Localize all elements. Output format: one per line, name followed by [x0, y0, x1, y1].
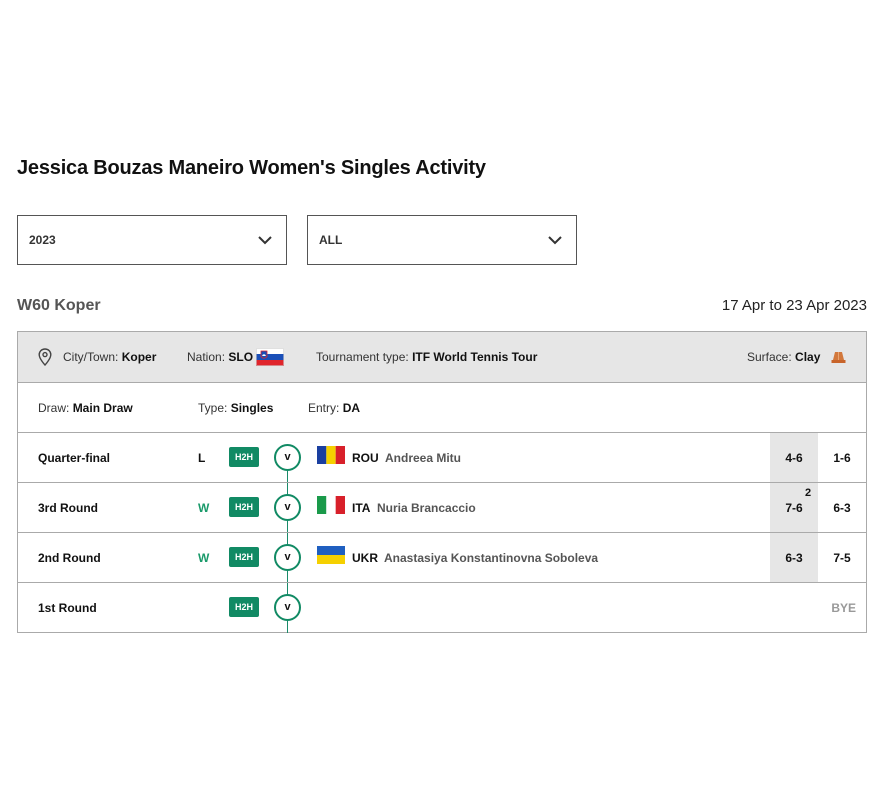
match-row: 1st Round H2H v BYE: [18, 582, 866, 633]
tournament-name: W60 Koper: [17, 297, 101, 314]
set1-score: 7-6: [785, 501, 803, 515]
nation-label: Nation:: [187, 350, 226, 364]
h2h-button[interactable]: H2H: [229, 597, 259, 617]
city-label: City/Town:: [63, 350, 119, 364]
draw-info-row: Draw: Main Draw Type: Singles Entry: DA: [18, 382, 866, 432]
match-vs-button[interactable]: v: [274, 444, 301, 471]
h2h-button[interactable]: H2H: [229, 547, 259, 567]
city-field: City/Town: Koper: [63, 350, 156, 364]
match-round: 3rd Round: [38, 501, 98, 515]
year-select-value: 2023: [29, 233, 56, 247]
opponent-nation: ITA: [352, 501, 371, 515]
opponent-nation: ROU: [352, 451, 379, 465]
opponent-name[interactable]: Nuria Brancaccio: [377, 501, 476, 515]
year-select[interactable]: 2023: [17, 215, 287, 265]
match-round: 1st Round: [38, 601, 97, 615]
clay-court-icon: [831, 352, 846, 363]
entry-field: Entry: DA: [308, 401, 360, 415]
opponent-name[interactable]: Anastasiya Konstantinovna Soboleva: [384, 551, 598, 565]
city-value: Koper: [121, 350, 157, 364]
opponent-name[interactable]: Andreea Mitu: [385, 451, 461, 465]
slovenia-flag-icon: [256, 348, 284, 366]
match-result: L: [198, 451, 206, 465]
entry-value: DA: [342, 401, 361, 415]
type-select[interactable]: ALL: [307, 215, 577, 265]
h2h-button[interactable]: H2H: [229, 447, 259, 467]
tournament-type-label: Tournament type:: [316, 350, 409, 364]
tournament-table: City/Town: Koper Nation: SLO Tournament …: [17, 331, 867, 633]
match-row: 3rd Round W H2H v ITA Nuria Brancaccio 2…: [18, 482, 866, 533]
set1-score: 4-6: [785, 451, 803, 465]
opponent-nation: UKR: [352, 551, 378, 565]
chevron-down-icon: [548, 236, 562, 245]
draw-label: Draw:: [38, 401, 70, 415]
romania-flag-icon: [317, 446, 345, 464]
surface-label: Surface:: [747, 350, 792, 364]
tiebreak-score: 2: [805, 487, 812, 499]
tournament-info-row: City/Town: Koper Nation: SLO Tournament …: [18, 332, 866, 382]
event-type-field: Type: Singles: [198, 401, 273, 415]
match-row: Quarter-final L H2H v ROU Andreea Mitu 4…: [18, 432, 866, 483]
event-type-label: Type:: [198, 401, 228, 415]
tournament-type-field: Tournament type: ITF World Tennis Tour: [316, 350, 537, 364]
match-round: Quarter-final: [38, 451, 111, 465]
tournament-type-value: ITF World Tennis Tour: [412, 350, 538, 364]
match-vs-button[interactable]: v: [274, 594, 301, 621]
chevron-down-icon: [258, 236, 272, 245]
set2-score: 7-5: [833, 551, 851, 565]
draw-value: Main Draw: [72, 401, 133, 415]
h2h-button[interactable]: H2H: [229, 497, 259, 517]
location-pin-icon: [38, 348, 52, 366]
entry-label: Entry:: [308, 401, 340, 415]
match-vs-button[interactable]: v: [274, 494, 301, 521]
event-type-value: Singles: [230, 401, 274, 415]
surface-field: Surface: Clay: [747, 350, 820, 364]
surface-value: Clay: [795, 350, 821, 364]
nation-value: SLO: [228, 350, 254, 364]
match-round: 2nd Round: [38, 551, 101, 565]
nation-field: Nation: SLO: [187, 350, 253, 364]
match-row: 2nd Round W H2H v UKR Anastasiya Konstan…: [18, 532, 866, 583]
set2-score: 6-3: [833, 501, 851, 515]
italy-flag-icon: [317, 496, 345, 514]
match-result: W: [198, 551, 210, 565]
tournament-dates: 17 Apr to 23 Apr 2023: [721, 297, 867, 314]
draw-field: Draw: Main Draw: [38, 401, 133, 415]
match-vs-button[interactable]: v: [274, 544, 301, 571]
ukraine-flag-icon: [317, 546, 345, 564]
page-title: Jessica Bouzas Maneiro Women's Singles A…: [17, 157, 486, 179]
type-select-value: ALL: [319, 233, 343, 247]
match-result: W: [198, 501, 210, 515]
bye-label: BYE: [831, 601, 856, 615]
set2-score: 1-6: [833, 451, 851, 465]
set1-score: 6-3: [785, 551, 803, 565]
